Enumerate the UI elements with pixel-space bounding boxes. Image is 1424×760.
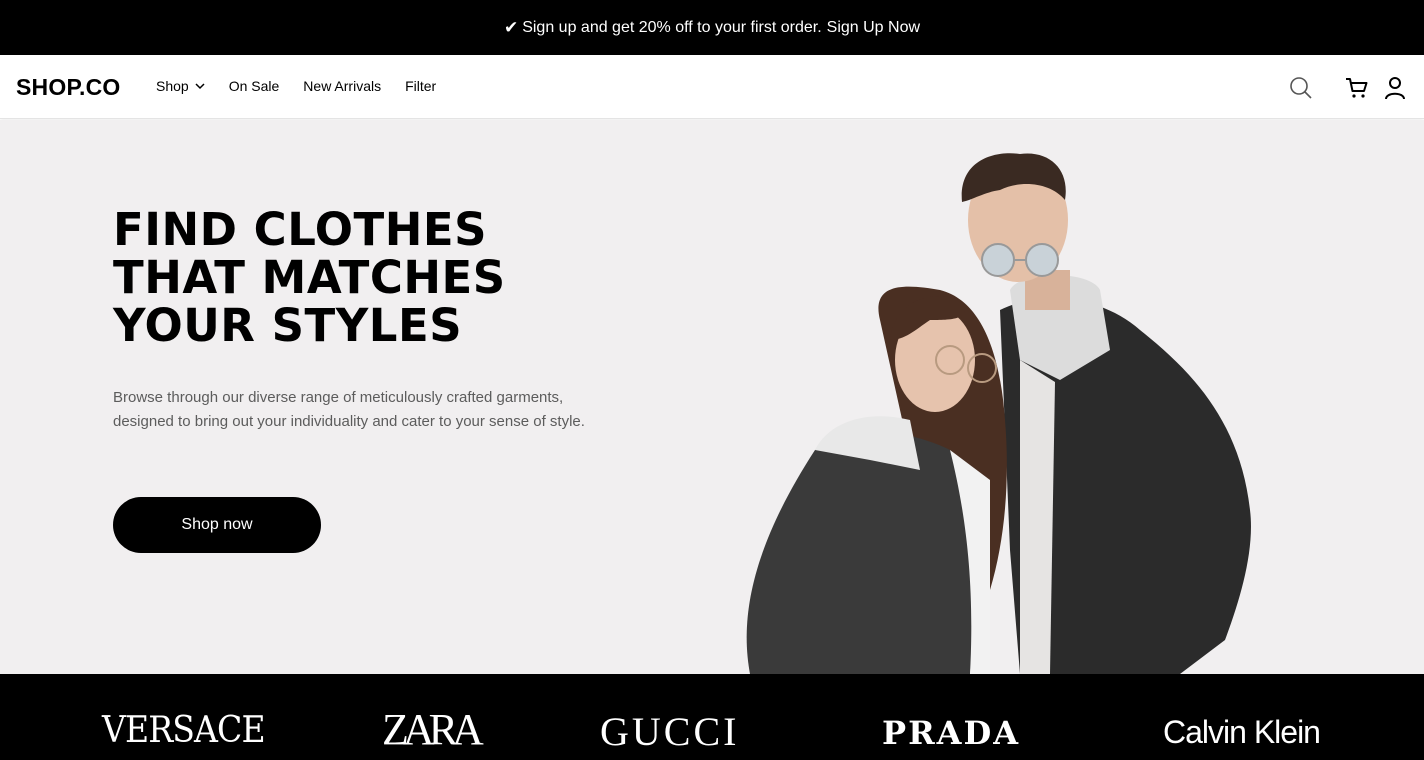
announcement-bar: ✔ Sign up and get 20% off to your first … xyxy=(0,0,1424,55)
nav-item-filter[interactable]: Filter xyxy=(405,78,436,94)
hero-title-line: FIND CLOTHES xyxy=(113,203,488,256)
nav-menu: Shop On Sale New Arrivals Filter xyxy=(156,78,460,94)
main-navigation: SHOP.CO Shop On Sale New Arrivals Filter xyxy=(0,55,1424,119)
hero-models-image xyxy=(746,153,1251,674)
checkmark-icon: ✔ xyxy=(503,17,519,37)
announcement-text: Sign up and get 20% off to your first or… xyxy=(522,18,822,36)
nav-item-label: On Sale xyxy=(228,78,280,94)
brand-logo-versace: VERSACE xyxy=(102,710,266,751)
hero-description: Browse through our diverse range of meti… xyxy=(113,389,585,430)
user-icon[interactable] xyxy=(1382,75,1408,101)
brand-logo-gucci: GUCCI xyxy=(600,709,740,754)
hero-title-line: YOUR STYLES xyxy=(113,299,463,352)
cart-icon[interactable] xyxy=(1344,75,1370,101)
hero-section: FIND CLOTHES THAT MATCHES YOUR STYLES Br… xyxy=(0,120,1424,674)
nav-item-shop[interactable]: Shop xyxy=(156,78,205,94)
logo[interactable]: SHOP.CO xyxy=(16,74,121,101)
brand-logo-zara: ZARA xyxy=(382,705,484,754)
chevron-down-icon xyxy=(195,83,205,90)
brand-logo-prada: PRADA xyxy=(882,714,1021,752)
search-icon[interactable] xyxy=(1288,75,1314,101)
nav-actions xyxy=(1288,75,1408,101)
nav-item-new-arrivals[interactable]: New Arrivals xyxy=(303,78,381,94)
shop-now-button[interactable]: Shop now xyxy=(113,497,321,553)
nav-item-label: Filter xyxy=(405,78,437,94)
brand-bar: VERSACE ZARA GUCCI PRADA Calvin Klein xyxy=(0,674,1424,760)
hero-title: FIND CLOTHES THAT MATCHES YOUR STYLES xyxy=(113,206,673,350)
hero-title-line: THAT MATCHES xyxy=(113,251,506,304)
brand-logo-calvin-klein: Calvin Klein xyxy=(1163,714,1321,750)
nav-item-label: Shop xyxy=(156,78,189,94)
nav-item-on-sale[interactable]: On Sale xyxy=(229,78,280,94)
sign-up-link[interactable]: Sign Up Now xyxy=(827,19,920,37)
nav-item-label: New Arrivals xyxy=(303,78,382,94)
